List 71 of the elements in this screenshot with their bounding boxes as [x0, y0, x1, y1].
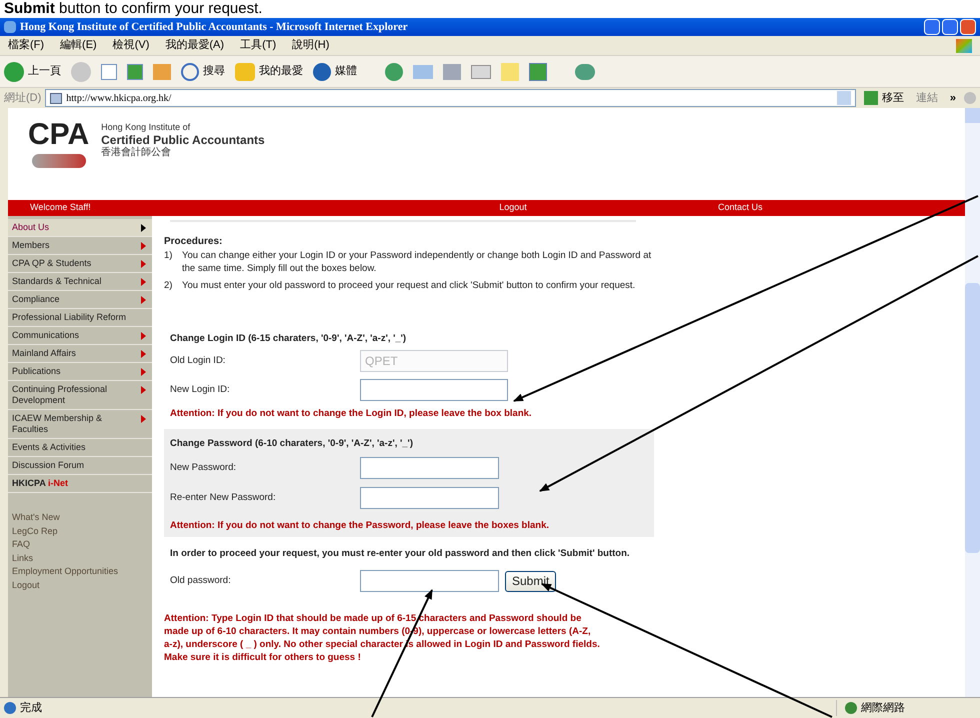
submit-button[interactable]: Submit [505, 570, 556, 592]
field-label: Old Login ID: [169, 354, 226, 368]
window-title: Hong Kong Institute of Certified Public Accountants - Microsoft Internet Explorer [20, 20, 409, 35]
welcome-text: Welcome Staff! [29, 201, 92, 214]
sidebar-item[interactable]: Professional Liability Reform [8, 309, 152, 327]
sidebar-item[interactable]: Discussion Forum [8, 457, 152, 475]
attention-text: Attention: If you do not want to change the Password, please leave the boxes blank. [169, 518, 550, 533]
section-title: Change Password (6-10 charaters, '0-9', 'A-Z', 'a-z', '_') [169, 436, 414, 450]
org-name-chinese: 香港會計師公會 [101, 147, 172, 159]
more-links-button[interactable]: » [946, 90, 960, 106]
input-field[interactable] [360, 456, 499, 479]
scrollbar[interactable] [965, 108, 980, 697]
sidebar-item[interactable]: Publications [8, 363, 152, 381]
sidebar-item[interactable]: Members [8, 237, 152, 255]
toolbar-button[interactable]: 搜尋 [181, 62, 225, 80]
toolbar-button[interactable]: 媒體 [313, 62, 357, 80]
status-text: 完成 [20, 700, 43, 716]
sidebar-item[interactable]: Mainland Affairs [8, 345, 152, 363]
sidebar-item[interactable]: ICAEW Membership & Faculties [8, 410, 152, 439]
menu-item[interactable]: 檔案(F) [8, 37, 44, 54]
field-label: New Password: [169, 460, 237, 475]
sidebar-item[interactable]: HKICPA i-Net [8, 475, 152, 493]
sidebar-item[interactable]: Events & Activities [8, 439, 152, 457]
sidebar-link[interactable]: Links [12, 552, 152, 565]
sidebar-item[interactable]: About Us [8, 219, 152, 237]
menu-item[interactable]: 檢視(V) [112, 37, 150, 54]
field-label: Old password: [169, 574, 232, 588]
toolbar-button[interactable]: 我的最愛 [235, 62, 303, 80]
step-text: You must enter your old password to proceed your request and click 'Submit' button to confirm your request. [182, 279, 636, 292]
org-name: Hong Kong Institute of [101, 122, 192, 133]
input-field[interactable] [360, 570, 499, 592]
section-title: Change Login ID (6-15 charaters, '0-9', 'A-Z', 'a-z', '_') [169, 332, 408, 346]
zone-text: 網際網路 [861, 700, 905, 716]
menu-item[interactable]: 工具(T) [240, 37, 276, 54]
menu-item[interactable]: 說明(H) [292, 37, 330, 54]
scrollbar-thumb[interactable] [965, 283, 980, 553]
sidebar-item[interactable]: CPA QP & Students [8, 255, 152, 273]
address-field[interactable]: http://www.hkicpa.org.hk/ [45, 89, 856, 107]
sidebar-item[interactable]: Continuing Professional Development [8, 381, 152, 410]
input-field[interactable] [360, 486, 499, 509]
sidebar-link[interactable]: LegCo Rep [12, 524, 152, 538]
sidebar-item[interactable]: Standards & Technical [8, 273, 152, 291]
step-text: You can change either your Login ID or your Password independently or change both Login ID and Password at the same time. Simply fill out the boxes below. [182, 249, 652, 275]
logo-text: CPA [28, 120, 90, 150]
caption-text: Submit button to confirm your request. [3, 0, 264, 18]
instruction-text: In order to proceed your request, you must re-enter your old password and then click 'Submit' button. [169, 547, 631, 560]
address-label: 網址(D) [4, 90, 42, 106]
step-number: 2) [164, 279, 174, 292]
sidebar-link[interactable]: Logout [12, 578, 152, 592]
procedures-title: Procedures: [164, 235, 224, 249]
go-button[interactable]: 移至 [860, 90, 908, 106]
toolbar-button[interactable]: 上一頁 [4, 62, 61, 82]
close-button[interactable] [960, 19, 976, 35]
restore-button[interactable] [942, 19, 958, 35]
sidebar-item[interactable]: Communications [8, 327, 152, 345]
step-number: 1) [164, 249, 174, 263]
attention-text: Attention: If you do not want to change the Login ID, please leave the box blank. [169, 407, 533, 422]
sidebar-item[interactable]: Compliance [8, 291, 152, 309]
logout-link[interactable]: Logout [308, 201, 718, 215]
org-name: Certified Public Accountants [101, 133, 265, 147]
field-label: New Login ID: [169, 382, 231, 397]
menu-item[interactable]: 編輯(E) [60, 37, 97, 54]
menu-item[interactable]: 我的最愛(A) [165, 37, 224, 54]
minimize-button[interactable] [924, 19, 940, 35]
contact-link[interactable]: Contact Us [718, 201, 763, 215]
sidebar-link[interactable]: Employment Opportunities [12, 565, 152, 578]
field-label: Re-enter New Password: [169, 490, 277, 505]
logo-swoosh-icon [32, 154, 86, 168]
sidebar-link[interactable]: FAQ [12, 538, 152, 552]
input-field[interactable] [360, 378, 508, 401]
sidebar-link[interactable]: What's New [12, 511, 152, 524]
